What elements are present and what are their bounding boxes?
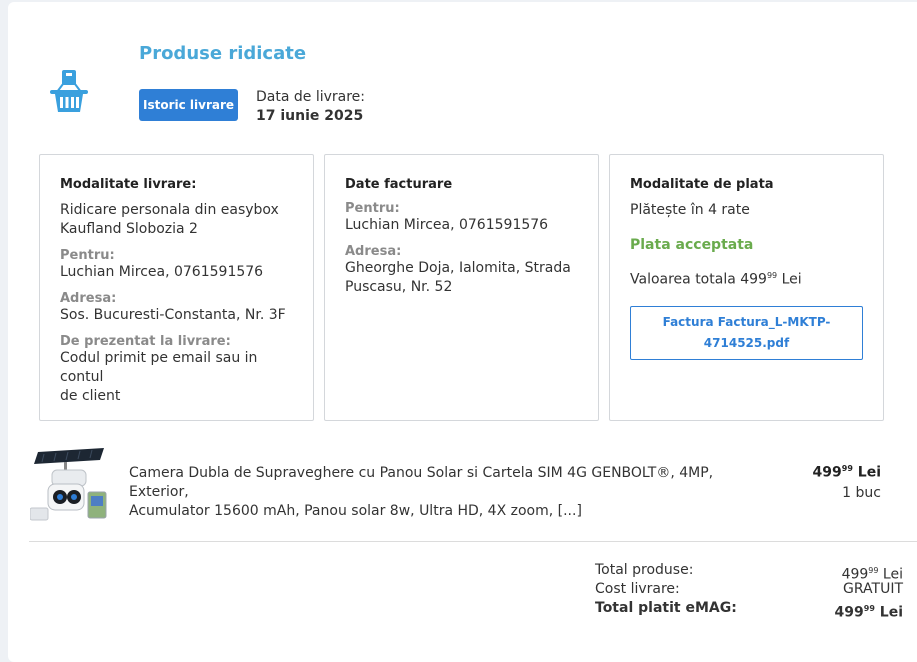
- product-price-currency: Lei: [852, 464, 881, 481]
- payment-total-currency: Lei: [777, 271, 802, 288]
- delivery-method-line2: Kaufland Slobozia 2: [60, 221, 198, 237]
- status-title: Produse ridicate: [139, 43, 307, 64]
- payment-method: Plătește în 4 rate: [630, 202, 750, 218]
- invoice-download-button[interactable]: Factura Factura_L-MKTP- 4714525.pdf: [630, 305, 863, 360]
- delivery-method-box: Modalitate livrare: Ridicare personala d…: [39, 154, 314, 421]
- delivery-present-line2: de client: [60, 388, 121, 404]
- billing-address-line2: Puscasu, Nr. 52: [345, 279, 453, 295]
- summary-paid-cents: 99: [863, 604, 875, 613]
- invoice-line1: Factura Factura_L-MKTP-: [662, 314, 831, 329]
- summary-products-cents: 99: [868, 566, 879, 575]
- product-quantity: 1 buc: [842, 485, 881, 501]
- payment-title: Modalitate de plata: [630, 177, 774, 192]
- summary-paid-int: 499: [834, 604, 864, 621]
- delivery-date: Data de livrare: 17 iunie 2025: [256, 88, 365, 126]
- billing-for-label: Pentru:: [345, 201, 400, 216]
- product-price-int: 499: [812, 464, 842, 481]
- billing-box: Date facturare Pentru: Luchian Mircea, 0…: [324, 154, 599, 421]
- product-image[interactable]: [30, 446, 108, 522]
- summary-shipping-label: Cost livrare:: [595, 581, 680, 597]
- delivery-present-label: De prezentat la livrare:: [60, 334, 231, 349]
- billing-address-label: Adresa:: [345, 244, 402, 259]
- billing-for-value: Luchian Mircea, 0761591576: [345, 217, 549, 233]
- summary-products-label: Total produse:: [595, 562, 694, 578]
- summary-paid-label: Total platit eMAG:: [595, 600, 737, 616]
- payment-box: Modalitate de plata Plătește în 4 rate P…: [609, 154, 884, 421]
- delivery-date-label: Data de livrare:: [256, 89, 366, 105]
- delivery-for-value: Luchian Mircea, 0761591576: [60, 264, 264, 280]
- delivery-history-button[interactable]: Istoric livrare: [139, 89, 238, 121]
- product-name-line1: Camera Dubla de Supraveghere cu Panou So…: [129, 465, 714, 500]
- delivery-method-line1: Ridicare personala din easybox: [60, 202, 279, 218]
- basket-icon: [50, 70, 88, 112]
- delivery-address-value: Sos. Bucuresti-Constanta, Nr. 3F: [60, 307, 286, 323]
- delivery-present-line1: Codul primit pe email sau in contul: [60, 350, 258, 385]
- delivery-address-label: Adresa:: [60, 291, 117, 306]
- summary-shipping-value: GRATUIT: [843, 581, 903, 597]
- summary-paid-currency: Lei: [874, 604, 903, 621]
- payment-total: Valoarea totala 49999 Lei: [630, 271, 863, 288]
- delivery-for-label: Pentru:: [60, 248, 115, 263]
- payment-total-prefix: Valoarea totala 499: [630, 271, 767, 288]
- delivery-date-value: 17 iunie 2025: [256, 108, 364, 124]
- divider: [29, 541, 917, 542]
- summary-paid-value: 49999 Lei: [835, 599, 903, 623]
- billing-title: Date facturare: [345, 177, 453, 192]
- delivery-method-title: Modalitate livrare:: [60, 177, 197, 192]
- product-price: 49999 Lei: [813, 464, 881, 481]
- invoice-line2: 4714525.pdf: [703, 335, 790, 350]
- payment-total-cents: 99: [766, 271, 778, 280]
- product-name-link[interactable]: Camera Dubla de Supraveghere cu Panou So…: [129, 464, 739, 521]
- billing-address-line1: Gheorghe Doja, Ialomita, Strada: [345, 260, 571, 276]
- product-name-line2: Acumulator 15600 mAh, Panou solar 8w, Ul…: [129, 503, 582, 519]
- product-price-cents: 99: [841, 464, 853, 473]
- payment-status: Plata acceptata: [630, 237, 754, 253]
